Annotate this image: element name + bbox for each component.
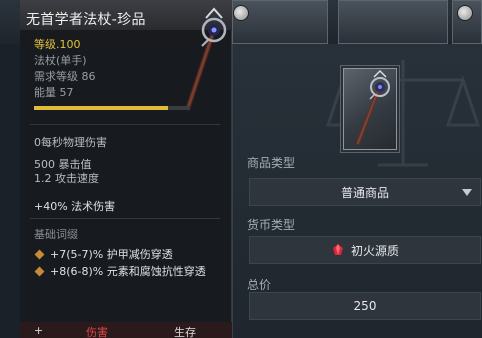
diamond-bullet-icon [34, 249, 45, 260]
total-price-value: 250 [353, 299, 377, 313]
total-price-input[interactable]: 250 [249, 292, 481, 320]
market-item-card[interactable] [232, 0, 328, 44]
tab-expand[interactable]: + [34, 324, 43, 337]
staff-icon [185, 7, 227, 111]
attack-speed: 1.2 攻击速度 [34, 172, 99, 185]
tab-damage[interactable]: 伤害 [86, 324, 108, 338]
tooltip-tabs: + 伤害 生存 [20, 322, 232, 338]
energy-value: 能量 57 [34, 86, 74, 99]
tab-survival[interactable]: 生存 [174, 324, 196, 338]
listed-item-thumbnail [343, 68, 397, 150]
energy-bar-fill [34, 106, 169, 110]
affix-header: 基础词缀 [34, 228, 78, 241]
dropdown-arrow-icon [462, 189, 472, 196]
spell-damage: +40% 法术伤害 [34, 200, 116, 213]
divider [30, 124, 220, 125]
item-type-label: 商品类型 [247, 156, 296, 170]
staff-icon [356, 69, 390, 145]
affix-line: +8(6-8)% 元素和腐蚀抗性穿透 [34, 264, 230, 279]
listing-panel: 商品类型 普通商品 货币类型 初火源质 总价 250 [232, 44, 482, 338]
item-gem-icon [233, 5, 249, 21]
energy-bar [34, 106, 190, 110]
item-gem-icon [457, 5, 473, 21]
required-level: 需求等级 86 [34, 70, 96, 83]
item-level: 等级.100 [34, 38, 81, 51]
item-type-dropdown[interactable]: 普通商品 [249, 178, 481, 206]
diamond-bullet-icon [34, 266, 45, 277]
currency-type-field[interactable]: 初火源质 [249, 236, 481, 264]
affix-line: +7(5-7)% 护甲减伤穿透 [34, 247, 230, 262]
total-price-label: 总价 [247, 278, 272, 292]
market-item-card[interactable] [338, 0, 448, 44]
divider [30, 218, 220, 219]
item-name: 无首学者法杖-珍品 [26, 12, 146, 28]
market-item-card[interactable] [452, 0, 482, 44]
ember-gem-icon [332, 244, 343, 255]
currency-type-label: 货币类型 [247, 218, 296, 232]
currency-type-value: 初火源质 [350, 243, 399, 258]
weapon-type: 法杖(单手) [34, 54, 87, 67]
physical-dps: 0每秒物理伤害 [34, 136, 107, 149]
item-type-value: 普通商品 [340, 185, 389, 200]
item-tooltip: 无首学者法杖-珍品 等级.100 法杖(单手) 需求等级 86 能量 57 0每… [20, 0, 232, 338]
